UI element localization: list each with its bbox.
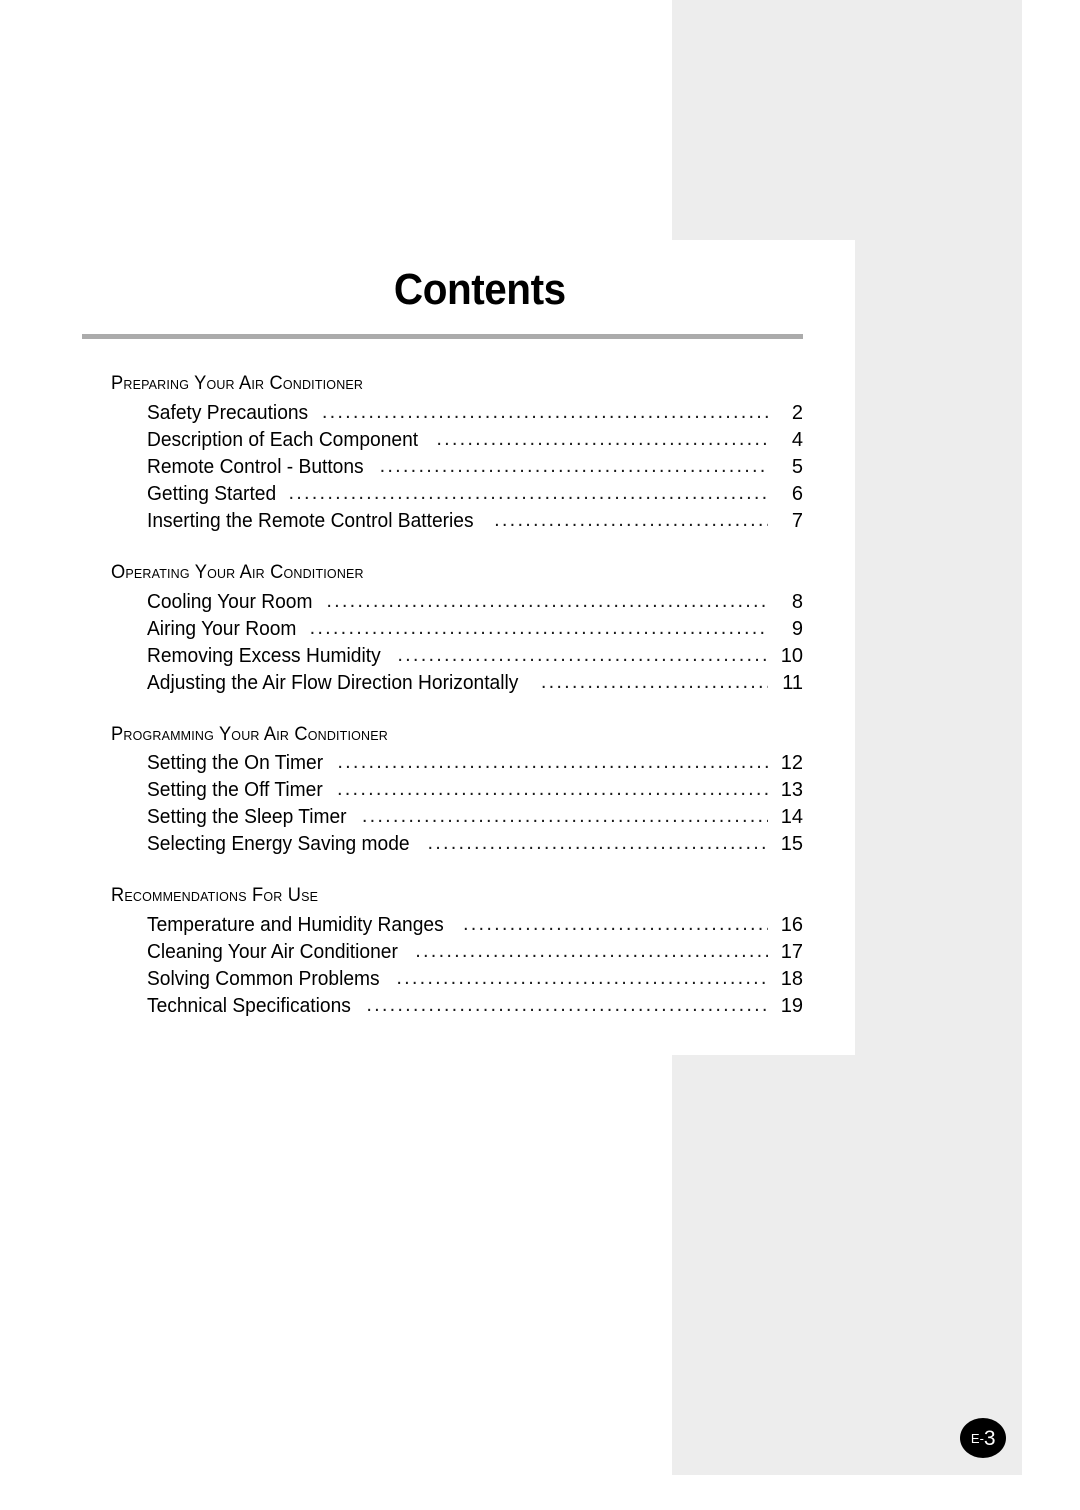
toc-section-title: Preparing Your Air Conditioner — [111, 373, 364, 394]
page-number-badge: E- 3 — [960, 1418, 1006, 1458]
toc-entry[interactable]: Removing Excess Humidity ...............… — [147, 643, 803, 670]
toc-entry-label: Airing Your Room — [147, 617, 297, 640]
title-divider — [82, 334, 803, 339]
toc-entry-label: Setting the On Timer — [147, 752, 324, 775]
dot-leader: ........................................… — [326, 589, 768, 612]
toc-entry[interactable]: Cleaning Your Air Conditioner ..........… — [147, 939, 803, 966]
dot-leader: ........................................… — [494, 508, 768, 531]
toc-header: Contents — [82, 268, 803, 339]
toc-entry-page-number: 16 — [780, 914, 803, 936]
toc-entry-label: Removing Excess Humidity — [147, 644, 381, 667]
toc-entry-label: Remote Control - Buttons — [147, 455, 364, 478]
dot-leader: ........................................… — [337, 751, 768, 774]
dot-leader: ........................................… — [288, 481, 768, 504]
toc-entry-page-number: 18 — [780, 968, 803, 990]
toc-entry-label: Cleaning Your Air Conditioner — [147, 941, 398, 963]
toc-section-title: Programming Your Air Conditioner — [111, 723, 388, 745]
toc-entry-label: Inserting the Remote Control Batteries — [147, 509, 474, 532]
toc-entry-label: Adjusting the Air Flow Direction Horizon… — [147, 671, 519, 694]
dot-leader: ........................................… — [415, 940, 768, 962]
toc-entry-list: Safety Precautions .....................… — [147, 400, 803, 535]
toc-section-title: Recommendations For Use — [111, 885, 319, 907]
toc-entry-label: Technical Specifications — [147, 995, 351, 1017]
page-badge-number: 3 — [983, 1426, 996, 1450]
page-badge-prefix: E- — [970, 1430, 984, 1446]
toc-entry[interactable]: Temperature and Humidity Ranges ........… — [147, 912, 803, 939]
toc-entry-page-number: 4 — [791, 428, 803, 451]
toc-entry-page-number: 5 — [791, 455, 803, 478]
dot-leader: ........................................… — [463, 913, 768, 935]
table-of-contents: Preparing Your Air Conditioner Safety Pr… — [111, 372, 803, 1020]
toc-entry-page-number: 7 — [791, 509, 803, 532]
toc-section: Operating Your Air Conditioner Cooling Y… — [111, 561, 803, 697]
toc-entry-list: Temperature and Humidity Ranges ........… — [147, 912, 803, 1020]
dot-leader: ........................................… — [379, 454, 768, 477]
toc-entry[interactable]: Description of Each Component ..........… — [147, 427, 803, 454]
dot-leader: ........................................… — [321, 400, 768, 423]
toc-entry[interactable]: Getting Started ........................… — [147, 481, 803, 508]
toc-entry-label: Selecting Energy Saving mode — [147, 833, 410, 856]
toc-section: Recommendations For Use Temperature and … — [111, 884, 803, 1020]
toc-entry-label: Temperature and Humidity Ranges — [147, 914, 444, 936]
toc-section: Programming Your Air Conditioner Setting… — [111, 723, 803, 859]
toc-entry-page-number: 2 — [791, 401, 803, 424]
toc-entry-page-number: 14 — [780, 806, 803, 829]
dot-leader: ........................................… — [397, 643, 768, 666]
toc-entry[interactable]: Technical Specifications ...............… — [147, 993, 803, 1020]
toc-entry[interactable]: Inserting the Remote Control Batteries .… — [147, 508, 803, 535]
page-title: Contents — [393, 265, 566, 314]
toc-entry-page-number: 6 — [791, 482, 803, 505]
dot-leader: ........................................… — [396, 967, 768, 989]
toc-section-title: Operating Your Air Conditioner — [111, 561, 364, 583]
toc-entry-page-number: 8 — [791, 590, 803, 613]
toc-entry[interactable]: Solving Common Problems ................… — [147, 966, 803, 993]
toc-entry[interactable]: Adjusting the Air Flow Direction Horizon… — [147, 670, 803, 697]
toc-entry-label: Setting the Sleep Timer — [147, 806, 347, 829]
toc-entry-page-number: 12 — [780, 752, 803, 775]
toc-entry[interactable]: Selecting Energy Saving mode ...........… — [147, 831, 803, 858]
toc-entry-list: Cooling Your Room ......................… — [147, 589, 803, 697]
dot-leader: ........................................… — [366, 994, 768, 1016]
toc-entry-page-number: 9 — [791, 617, 803, 640]
toc-entry-page-number: 10 — [780, 644, 803, 667]
toc-section: Preparing Your Air Conditioner Safety Pr… — [111, 372, 803, 535]
toc-entry-page-number: 13 — [780, 779, 803, 802]
toc-entry-page-number: 17 — [780, 941, 803, 963]
dot-leader: ........................................… — [361, 805, 768, 828]
toc-entry-page-number: 11 — [782, 671, 803, 694]
toc-entry[interactable]: Setting the On Timer ...................… — [147, 750, 803, 777]
toc-entry[interactable]: Safety Precautions .....................… — [147, 400, 803, 427]
toc-entry-label: Safety Precautions — [147, 401, 309, 424]
toc-entry[interactable]: Airing Your Room .......................… — [147, 616, 803, 643]
toc-entry-label: Setting the Off Timer — [147, 779, 323, 802]
toc-entry-label: Solving Common Problems — [147, 968, 380, 990]
toc-entry[interactable]: Setting the Off Timer ..................… — [147, 777, 803, 804]
toc-entry-page-number: 19 — [780, 995, 803, 1017]
dot-leader: ........................................… — [309, 616, 768, 639]
dot-leader: ........................................… — [337, 778, 768, 801]
toc-entry-list: Setting the On Timer ...................… — [147, 750, 803, 858]
toc-entry[interactable]: Setting the Sleep Timer ................… — [147, 804, 803, 831]
toc-entry-page-number: 15 — [780, 833, 803, 856]
dot-leader: ........................................… — [540, 670, 768, 693]
toc-entry[interactable]: Cooling Your Room ......................… — [147, 589, 803, 616]
dot-leader: ........................................… — [436, 427, 768, 450]
toc-entry[interactable]: Remote Control - Buttons ...............… — [147, 454, 803, 481]
toc-entry-label: Description of Each Component — [147, 428, 419, 451]
toc-entry-label: Cooling Your Room — [147, 590, 313, 613]
dot-leader: ........................................… — [427, 832, 769, 855]
toc-entry-label: Getting Started — [147, 482, 277, 505]
